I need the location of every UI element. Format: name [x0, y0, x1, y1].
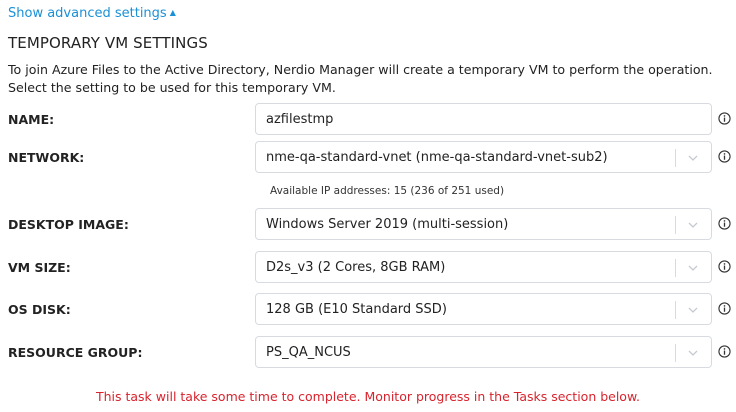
section-description: To join Azure Files to the Active Direct…: [8, 62, 713, 95]
desktop-image-label: DESKTOP IMAGE:: [8, 217, 129, 232]
show-advanced-settings-link[interactable]: Show advanced settings ▲: [8, 6, 176, 21]
network-value: nme-qa-standard-vnet (nme-qa-standard-vn…: [266, 150, 608, 165]
chevron-down-icon[interactable]: [686, 346, 700, 360]
dropdown-divider: [675, 216, 676, 234]
os-disk-row: OS DISK: 128 GB (E10 Standard SSD): [0, 293, 736, 327]
name-info-icon[interactable]: [718, 112, 731, 125]
desktop-image-info-icon[interactable]: [718, 217, 731, 230]
name-label: NAME:: [8, 112, 55, 127]
vm-size-row: VM SIZE: D2s_v3 (2 Cores, 8GB RAM): [0, 251, 736, 285]
network-label: NETWORK:: [8, 150, 85, 165]
network-row: NETWORK: nme-qa-standard-vnet (nme-qa-st…: [0, 141, 736, 175]
section-title: TEMPORARY VM SETTINGS: [8, 34, 208, 52]
vm-size-info-icon[interactable]: [718, 260, 731, 273]
task-duration-notice: This task will take some time to complet…: [95, 389, 641, 404]
resource-group-info-icon[interactable]: [718, 345, 731, 358]
desktop-image-value: Windows Server 2019 (multi-session): [266, 217, 509, 232]
vm-size-value: D2s_v3 (2 Cores, 8GB RAM): [266, 260, 446, 275]
network-availability-hint: Available IP addresses: 15 (236 of 251 u…: [270, 185, 505, 197]
os-disk-info-icon[interactable]: [718, 302, 731, 315]
desktop-image-row: DESKTOP IMAGE: Windows Server 2019 (mult…: [0, 208, 736, 242]
os-disk-label: OS DISK:: [8, 302, 71, 317]
name-row: NAME:: [0, 103, 736, 137]
resource-group-select[interactable]: PS_QA_NCUS: [255, 336, 712, 368]
chevron-down-icon[interactable]: [686, 303, 700, 317]
name-input[interactable]: [256, 104, 711, 134]
vm-size-label: VM SIZE:: [8, 260, 71, 275]
caret-up-icon: ▲: [169, 8, 176, 17]
chevron-down-icon[interactable]: [686, 218, 700, 232]
desktop-image-select[interactable]: Windows Server 2019 (multi-session): [255, 208, 712, 240]
resource-group-row: RESOURCE GROUP: PS_QA_NCUS: [0, 336, 736, 370]
chevron-down-icon[interactable]: [686, 261, 700, 275]
dropdown-divider: [675, 344, 676, 362]
chevron-down-icon[interactable]: [686, 151, 700, 165]
network-info-icon[interactable]: [718, 150, 731, 163]
dropdown-divider: [675, 149, 676, 167]
os-disk-value: 128 GB (E10 Standard SSD): [266, 302, 447, 317]
os-disk-select[interactable]: 128 GB (E10 Standard SSD): [255, 293, 712, 325]
vm-size-select[interactable]: D2s_v3 (2 Cores, 8GB RAM): [255, 251, 712, 283]
dropdown-divider: [675, 259, 676, 277]
resource-group-label: RESOURCE GROUP:: [8, 345, 143, 360]
dropdown-divider: [675, 301, 676, 319]
network-select[interactable]: nme-qa-standard-vnet (nme-qa-standard-vn…: [255, 141, 712, 173]
name-field[interactable]: [255, 103, 712, 135]
resource-group-value: PS_QA_NCUS: [266, 345, 351, 360]
show-advanced-settings-label: Show advanced settings: [8, 6, 167, 21]
